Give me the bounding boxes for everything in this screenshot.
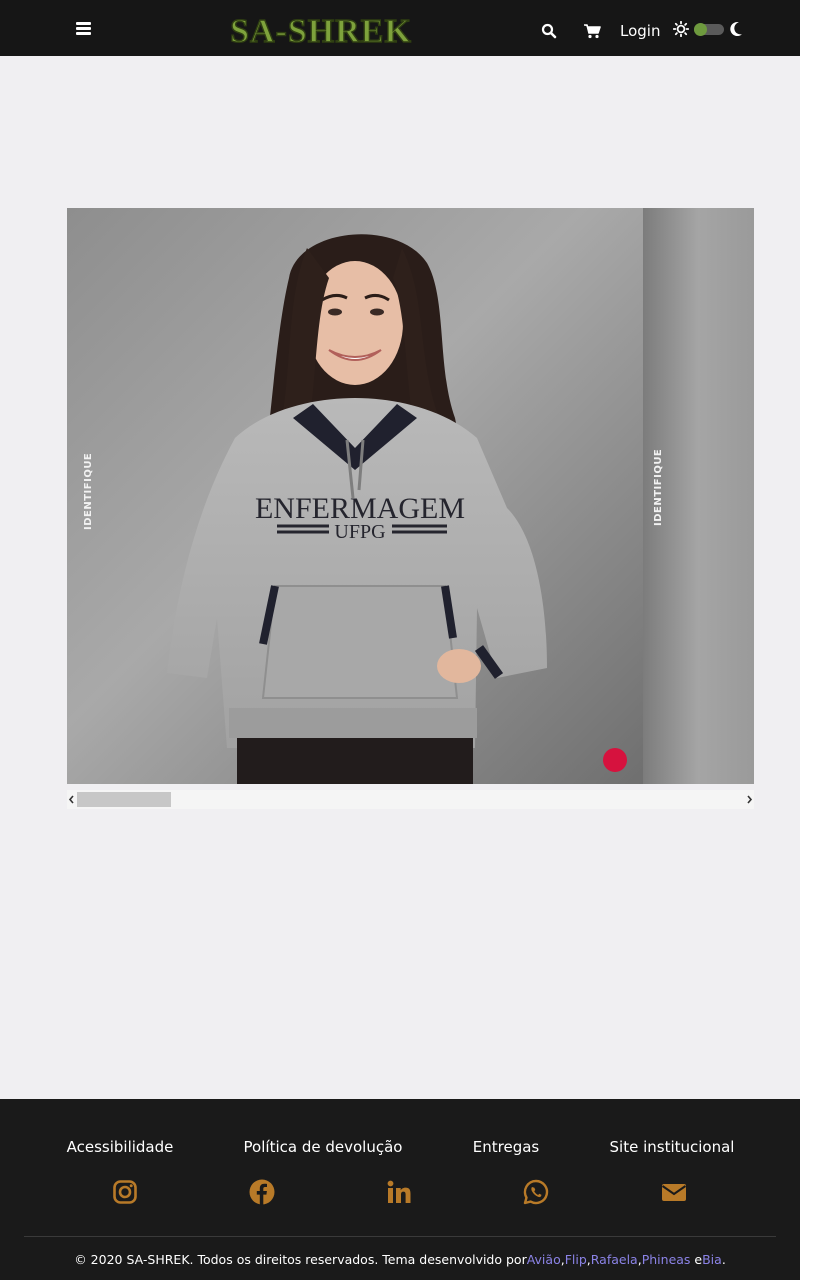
sun-icon[interactable]	[672, 20, 690, 38]
watermark-text: IDENTIFIQUE	[83, 453, 94, 530]
chevron-right-icon[interactable]	[744, 790, 754, 809]
search-icon[interactable]	[541, 23, 557, 39]
footer-link-accessibility[interactable]: Acessibilidade	[67, 1137, 174, 1157]
logo-text: SA-SHREK	[230, 13, 412, 49]
page: SA-SHREK Login ENFERMAGEM UFPG IDENTIFIQ…	[0, 0, 800, 1280]
product-photo-slide[interactable]: ENFERMAGEM UFPG IDENTIFIQUE	[67, 208, 643, 784]
moon-icon[interactable]	[729, 21, 743, 37]
credit-link-aviao[interactable]: Avião	[527, 1252, 561, 1267]
footer-link-institutional-site[interactable]: Site institucional	[610, 1137, 735, 1157]
carousel-scrollbar[interactable]	[67, 790, 754, 809]
site-footer: Acessibilidade Política de devolução Ent…	[0, 1099, 800, 1280]
theme-toggle-knob	[694, 23, 707, 36]
shopping-cart-icon[interactable]	[583, 23, 601, 39]
brand-mark-icon	[603, 748, 627, 772]
credit-link-flip[interactable]: Flip	[565, 1252, 587, 1267]
watermark-text: IDENTIFIQUE	[653, 449, 664, 526]
top-navbar: SA-SHREK Login	[0, 0, 800, 56]
footer-link-deliveries[interactable]: Entregas	[473, 1137, 539, 1157]
site-logo[interactable]: SA-SHREK	[220, 9, 422, 49]
scrollbar-thumb[interactable]	[77, 792, 171, 807]
envelope-icon[interactable]	[661, 1179, 687, 1205]
credit-link-phineas[interactable]: Phineas	[642, 1252, 691, 1267]
instagram-icon[interactable]	[112, 1179, 138, 1205]
copyright-text: © 2020 SA-SHREK. Todos os direitos reser…	[74, 1252, 527, 1267]
shirt-text-line2: UFPG	[334, 521, 385, 543]
product-photo-slide-next[interactable]: IDENTIFIQUE	[643, 208, 754, 784]
chevron-left-icon[interactable]	[67, 790, 77, 809]
product-image-carousel[interactable]: ENFERMAGEM UFPG IDENTIFIQUE IDENTIFIQUE	[67, 208, 754, 784]
copyright-notice: © 2020 SA-SHREK. Todos os direitos reser…	[74, 1252, 726, 1267]
credit-link-rafaela[interactable]: Rafaela	[591, 1252, 638, 1267]
facebook-icon[interactable]	[249, 1179, 275, 1205]
hamburger-menu-icon[interactable]	[76, 22, 91, 36]
whatsapp-icon[interactable]	[523, 1179, 549, 1205]
theme-toggle[interactable]	[694, 23, 724, 36]
footer-divider	[24, 1236, 776, 1237]
linkedin-icon[interactable]	[386, 1179, 412, 1205]
page-scrollbar[interactable]	[800, 0, 816, 1280]
credit-link-bia[interactable]: Bia	[702, 1252, 722, 1267]
footer-link-return-policy[interactable]: Política de devolução	[244, 1137, 403, 1157]
login-link[interactable]: Login	[620, 21, 660, 41]
